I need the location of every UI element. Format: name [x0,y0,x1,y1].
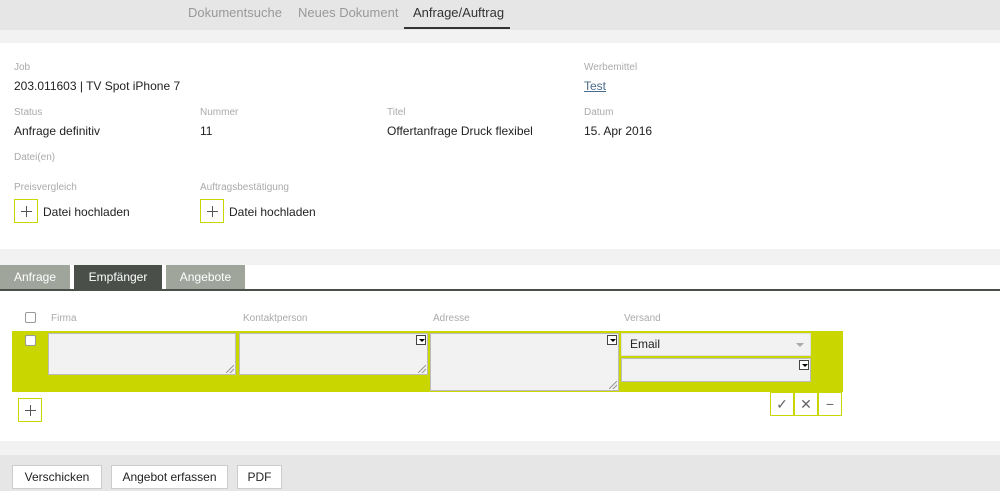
column-header-firma: Firma [51,313,77,324]
chevron-down-icon [796,343,804,347]
titel-value: Offertanfrage Druck flexibel [387,124,533,138]
versand-select[interactable]: Email [621,333,811,356]
resize-grip-icon[interactable] [226,365,234,373]
tab-neues-dokument[interactable]: Neues Dokument [298,5,398,20]
row-checkbox[interactable] [25,335,36,346]
kontaktperson-textarea[interactable] [239,333,428,375]
preisvergleich-upload-label[interactable]: Datei hochladen [43,205,130,219]
empfaenger-panel: Firma Kontaktperson Adresse Versand Emai… [0,291,1000,441]
table-row: Email [12,331,843,392]
job-value: 203.011603 | TV Spot iPhone 7 [14,79,181,93]
top-navigation: Dokumentsuche Neues Dokument Anfrage/Auf… [0,0,1000,30]
subtab-anfrage[interactable]: Anfrage [0,265,70,290]
auftragsbestaetigung-upload-label[interactable]: Datei hochladen [229,205,316,219]
footer-toolbar: Verschicken Angebot erfassen PDF [0,455,1000,491]
adresse-dropdown-arrow-icon[interactable] [607,335,617,345]
section-gap [0,249,1000,265]
dateien-label: Datei(en) [14,152,56,163]
tab-dokumentsuche[interactable]: Dokumentsuche [188,5,282,20]
versand-secondary-dropdown-arrow-icon[interactable] [799,360,809,370]
subtab-bar: Anfrage Empfänger Angebote [0,265,1000,291]
verschicken-button[interactable]: Verschicken [12,465,102,489]
preisvergleich-label: Preisvergleich [14,182,77,193]
werbemittel-link[interactable]: Test [584,79,606,93]
resize-grip-icon[interactable] [418,365,426,373]
firma-textarea[interactable] [48,333,236,375]
column-header-adresse: Adresse [433,313,470,324]
versand-secondary-select[interactable] [621,358,811,382]
subtab-empfaenger[interactable]: Empfänger [74,265,162,290]
werbemittel-label: Werbemittel [584,62,638,73]
auftragsbestaetigung-label: Auftragsbestätigung [200,182,289,193]
datum-label: Datum [584,107,614,118]
tab-anfrage-auftrag[interactable]: Anfrage/Auftrag [413,5,504,20]
nummer-label: Nummer [200,107,239,118]
datum-value: 15. Apr 2016 [584,124,653,138]
confirm-check-icon[interactable]: ✓ [770,392,794,416]
auftragsbestaetigung-upload-plus-icon[interactable] [200,199,224,223]
job-label: Job [14,62,31,73]
versand-select-value: Email [630,337,661,351]
pdf-button[interactable]: PDF [237,465,282,489]
nummer-value: 11 [200,124,213,138]
column-header-versand: Versand [624,313,661,324]
subtab-angebote[interactable]: Angebote [166,265,245,290]
select-all-checkbox[interactable] [25,312,36,323]
kontaktperson-dropdown-arrow-icon[interactable] [416,335,426,345]
angebot-erfassen-button[interactable]: Angebot erfassen [111,465,228,489]
titel-label: Titel [387,107,406,118]
status-value: Anfrage definitiv [14,124,101,138]
adresse-textarea[interactable] [430,333,619,391]
resize-grip-icon[interactable] [609,381,617,389]
status-label: Status [14,107,43,118]
cancel-close-icon[interactable]: ✕ [794,392,818,416]
add-row-plus-icon[interactable] [18,398,42,422]
document-details: Job 203.011603 | TV Spot iPhone 7 Werbem… [0,43,1000,249]
preisvergleich-upload-plus-icon[interactable] [14,199,38,223]
column-header-kontaktperson: Kontaktperson [243,313,308,324]
active-tab-indicator [404,27,510,29]
remove-minus-icon[interactable]: − [818,392,842,416]
